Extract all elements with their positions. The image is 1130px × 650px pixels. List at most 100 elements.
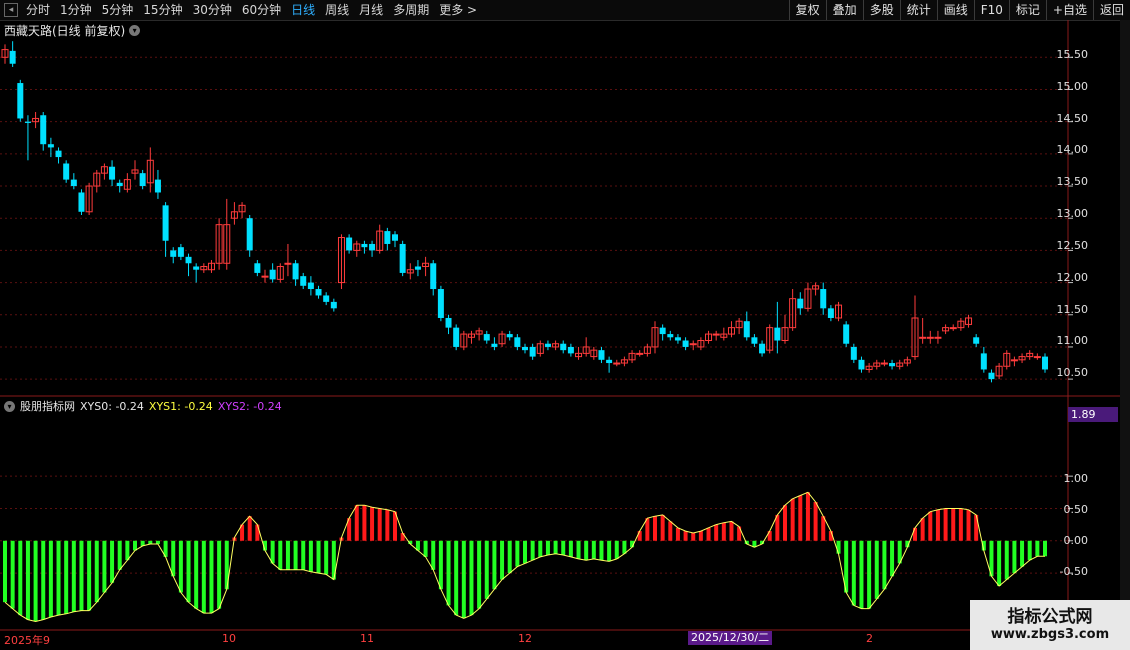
date-label: 12	[518, 632, 532, 645]
candle-up	[284, 262, 292, 265]
candle-down	[820, 289, 827, 309]
candle-down	[40, 115, 47, 145]
price-tick: 12.00	[1056, 271, 1089, 284]
candle-down	[246, 218, 253, 251]
candle-down	[162, 205, 169, 241]
indicator-tick: -0.50	[1059, 565, 1088, 578]
chart-canvas[interactable]	[0, 0, 1130, 650]
candle-down	[759, 343, 766, 354]
candle-down	[560, 343, 567, 351]
date-label: 2025年9	[4, 634, 50, 647]
candle-down	[751, 337, 758, 344]
candle-up	[689, 343, 697, 346]
candle-down	[315, 289, 322, 296]
candle-down	[827, 308, 834, 318]
candle-down	[116, 182, 123, 187]
indicator-current-value: 1.89	[1068, 407, 1118, 422]
candle-down	[659, 327, 666, 335]
candle-down	[269, 269, 276, 280]
candle-down	[980, 353, 987, 370]
candle-down	[491, 343, 498, 347]
candle-down	[843, 324, 850, 344]
date-label: 11	[360, 632, 374, 645]
indicator-tick: 0.00	[1063, 534, 1089, 547]
candle-down	[399, 243, 406, 273]
candle-up	[919, 336, 927, 339]
candle-down	[1042, 356, 1048, 370]
candle-down	[598, 350, 605, 360]
xys1-value: XYS1: -0.24	[148, 399, 213, 413]
candle-down	[414, 266, 421, 270]
indicator-name: 股朋指标网	[20, 400, 75, 413]
candle-down	[177, 247, 184, 257]
candle-down	[361, 243, 368, 248]
candle-down	[430, 263, 437, 290]
candle-down	[185, 256, 192, 264]
candle-down	[9, 50, 16, 64]
price-tick: 13.50	[1056, 175, 1089, 188]
watermark-url: www.zbgs3.com	[990, 627, 1110, 642]
candle-down	[330, 301, 337, 309]
candle-down	[323, 295, 330, 302]
candle-down	[63, 163, 70, 180]
price-tick: 13.00	[1056, 207, 1089, 220]
indicator-tick: 0.50	[1063, 503, 1089, 516]
candle-down	[774, 327, 781, 341]
candle-up	[880, 362, 888, 365]
candle-down	[369, 243, 376, 251]
candle-up	[1010, 359, 1018, 362]
candle-down	[154, 179, 161, 193]
candle-down	[453, 327, 460, 347]
candle-down	[483, 334, 490, 341]
indicator-tick: 1.00	[1063, 472, 1089, 485]
chart-title: 西藏天路(日线 前复权) ▾	[4, 22, 141, 39]
candle-down	[17, 83, 24, 119]
price-tick: 10.50	[1056, 366, 1089, 379]
candle-down	[24, 121, 31, 123]
indicator-header: ▾ 股朋指标网 XYS0: -0.24 XYS1: -0.24 XYS2: -0…	[4, 398, 282, 414]
candle-down	[346, 237, 353, 251]
candle-up	[261, 275, 269, 278]
candle-down	[78, 192, 85, 212]
price-tick: 11.50	[1056, 303, 1089, 316]
candle-down	[514, 337, 521, 347]
candle-down	[392, 234, 398, 241]
stock-title: 西藏天路(日线 前复权)	[4, 24, 126, 38]
candle-down	[858, 359, 865, 370]
watermark-title: 指标公式网	[1007, 607, 1093, 627]
price-tick: 15.00	[1056, 80, 1089, 93]
candle-up	[712, 333, 720, 336]
candle-down	[384, 231, 391, 244]
candle-down	[70, 179, 77, 187]
candle-down	[139, 173, 146, 187]
candle-down	[797, 298, 804, 309]
chevron-down-icon[interactable]: ▾	[4, 400, 15, 412]
price-tick: 11.00	[1056, 334, 1089, 347]
candle-up	[949, 327, 957, 330]
candle-down	[437, 289, 444, 318]
candle-up	[934, 336, 942, 339]
candle-down	[254, 263, 261, 273]
candle-down	[667, 334, 674, 338]
candle-down	[544, 343, 551, 347]
chevron-down-icon[interactable]: ▾	[129, 25, 141, 36]
candle-down	[567, 346, 574, 354]
candle-down	[55, 150, 62, 158]
candle-down	[850, 346, 857, 360]
candle-down	[445, 317, 452, 328]
candle-down	[743, 321, 750, 338]
date-label: 2	[866, 632, 873, 645]
candle-down	[109, 166, 116, 180]
price-tick: 12.50	[1056, 239, 1089, 252]
candle-down	[300, 276, 307, 286]
candle-up	[613, 362, 621, 365]
candle-down	[606, 359, 613, 364]
candle-up	[1033, 356, 1041, 359]
crosshair-date: 2025/12/30/二	[688, 631, 773, 645]
candle-down	[529, 346, 536, 357]
price-tick: 15.50	[1056, 48, 1089, 61]
candle-down	[973, 337, 980, 344]
candle-down	[889, 363, 896, 367]
candle-down	[682, 340, 689, 347]
xys2-value: XYS2: -0.24	[217, 399, 282, 413]
